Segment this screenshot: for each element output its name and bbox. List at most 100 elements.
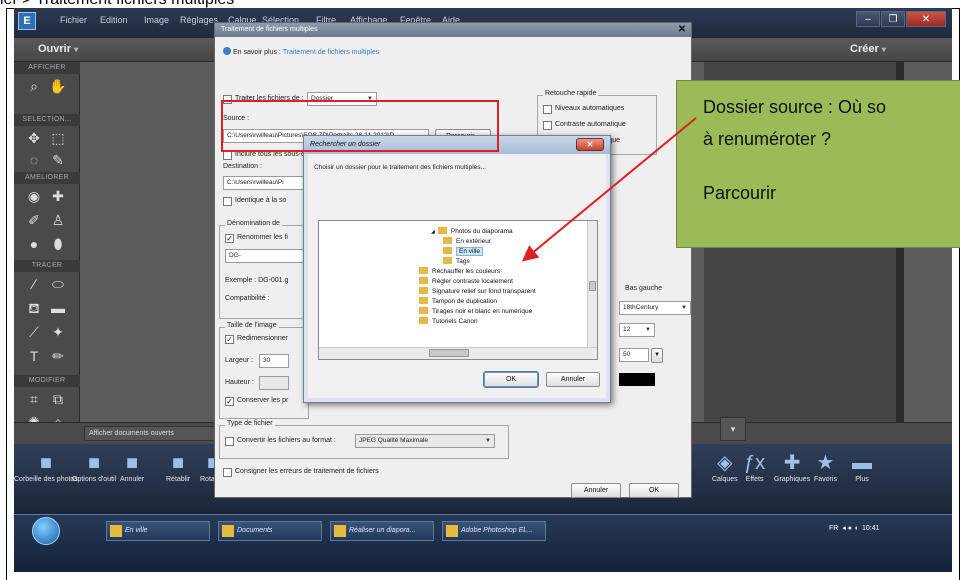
font-select[interactable]: 18thCentury ▼ bbox=[619, 301, 691, 315]
tree-node[interactable]: Tirages noir et blanc en numérique bbox=[319, 307, 587, 317]
pencil-tool-icon[interactable]: ✏ bbox=[48, 346, 68, 366]
sponge-tool-icon[interactable]: ⬮ bbox=[48, 234, 68, 254]
folder-icon bbox=[419, 317, 428, 324]
help-link[interactable]: Traitement de fichiers multiples bbox=[283, 49, 380, 56]
menu-item-1[interactable]: Edition bbox=[100, 15, 128, 25]
rename-prefix-input[interactable]: DG- bbox=[225, 249, 309, 263]
dialog-close-button[interactable]: ✕ bbox=[675, 24, 689, 36]
hand-tool-icon[interactable]: ✋ bbox=[48, 76, 68, 96]
tool-section-4: MODIFIER bbox=[14, 375, 80, 387]
panel-button-2[interactable]: ✚ Graphiques bbox=[774, 450, 810, 483]
folder-cancel-button[interactable]: Annuler bbox=[546, 372, 600, 387]
marquee-tool-icon[interactable]: ⬚ bbox=[48, 128, 68, 148]
dialog-cancel-button[interactable]: Annuler bbox=[571, 483, 621, 498]
bin-button-1[interactable]: ■ Options d'outil bbox=[72, 450, 116, 483]
close-window-button[interactable]: ✕ bbox=[906, 11, 946, 27]
resize-checkbox[interactable]: ✓ bbox=[225, 335, 234, 344]
bin-button-2[interactable]: ■ Annuler bbox=[120, 450, 144, 483]
tree-node[interactable]: Tags bbox=[319, 257, 587, 267]
callout-box: Dossier source : Où so à renuméroter ? P… bbox=[676, 80, 960, 248]
menu-item-0[interactable]: Fichier bbox=[60, 15, 87, 25]
expand-arrow-icon[interactable]: ◢ bbox=[431, 229, 435, 235]
brush-tool-icon[interactable]: ∕ bbox=[24, 274, 44, 294]
rename-files-checkbox[interactable]: ✓ bbox=[225, 234, 234, 243]
panel-button-3[interactable]: ★ Favoris bbox=[814, 450, 837, 483]
taskbar-item-2[interactable]: Réaliser un diapora... bbox=[330, 521, 434, 541]
menu-item-3[interactable]: Réglages bbox=[180, 15, 218, 25]
eraser-tool-icon[interactable]: ⬭ bbox=[48, 274, 68, 294]
red-eye-tool-icon[interactable]: ◉ bbox=[24, 186, 44, 206]
smudge-tool-icon[interactable]: ✐ bbox=[24, 210, 44, 230]
width-input[interactable]: 30 bbox=[259, 354, 289, 368]
tree-vertical-scrollbar[interactable] bbox=[587, 221, 597, 347]
type-tool-icon[interactable]: T bbox=[24, 346, 44, 366]
tree-node[interactable]: Régler contraste localement bbox=[319, 277, 587, 287]
auto-contrast-checkbox[interactable] bbox=[543, 121, 552, 130]
move-tool-icon[interactable]: ✥ bbox=[24, 128, 44, 148]
convert-files-checkbox[interactable] bbox=[225, 437, 234, 446]
tree-node[interactable]: Tutoriels Canon bbox=[319, 317, 587, 327]
same-as-source-checkbox[interactable] bbox=[223, 197, 232, 206]
opacity-dropdown-button[interactable]: ▼ bbox=[651, 348, 663, 363]
folder-ok-button[interactable]: OK bbox=[484, 372, 538, 387]
height-input[interactable] bbox=[259, 376, 289, 390]
format-select[interactable]: JPEG Qualité Maximale ▼ bbox=[355, 434, 495, 448]
tree-node[interactable]: Réchauffer les couleurs bbox=[319, 267, 587, 277]
folder-dialog-close-button[interactable]: ✕ bbox=[576, 138, 604, 151]
create-button[interactable]: Créer ▾ bbox=[850, 43, 886, 55]
panel-collapse-button[interactable]: ▾ bbox=[720, 417, 746, 441]
custom-shape-icon[interactable]: ✦ bbox=[48, 322, 68, 342]
font-size-select[interactable]: 12 ▼ bbox=[619, 323, 655, 337]
tool-section-1: SELECTION... bbox=[14, 114, 80, 126]
auto-levels-checkbox[interactable] bbox=[543, 105, 552, 114]
log-errors-checkbox[interactable] bbox=[223, 468, 232, 477]
quick-selection-icon[interactable]: ✎ bbox=[48, 150, 68, 170]
gradient-tool-icon[interactable]: ▬ bbox=[48, 298, 68, 318]
crop-tool-icon[interactable]: ⌗ bbox=[24, 389, 44, 409]
panel-button-0[interactable]: ◈ Calques bbox=[712, 450, 738, 483]
include-subfolders-checkbox[interactable] bbox=[223, 151, 232, 160]
bin-button-3[interactable]: ■ Rétablir bbox=[166, 450, 190, 483]
text-color-swatch[interactable] bbox=[619, 373, 655, 386]
help-icon bbox=[223, 47, 231, 55]
spot-heal-tool-icon[interactable]: ✚ bbox=[48, 186, 68, 206]
sharpen-tool-icon[interactable]: ● bbox=[24, 234, 44, 254]
open-button[interactable]: Ouvrir ▾ bbox=[38, 43, 78, 55]
eyedropper-icon[interactable]: ⟋ bbox=[24, 322, 44, 342]
menu-item-2[interactable]: Image bbox=[144, 15, 169, 25]
panel-button-1[interactable]: ƒx Effets bbox=[744, 450, 765, 483]
panel-button-4[interactable]: ▬ Plus bbox=[852, 450, 872, 483]
lasso-tool-icon[interactable]: ◌ bbox=[24, 150, 44, 170]
taskbar-item-3[interactable]: Adobe Photoshop EL... bbox=[442, 521, 546, 541]
opacity-input[interactable]: 50 bbox=[619, 348, 649, 362]
paint-bucket-icon[interactable]: ⛾ bbox=[24, 298, 44, 318]
zoom-tool-icon[interactable]: ⌕ bbox=[24, 76, 44, 96]
show-open-documents-select[interactable]: Afficher documents ouverts▼ bbox=[84, 426, 224, 441]
dialog-ok-button[interactable]: OK bbox=[629, 483, 679, 498]
folder-icon bbox=[419, 287, 428, 294]
taskbar-item-0[interactable]: En ville bbox=[106, 521, 210, 541]
windows-taskbar: FR ◂ ● ◖ 10:41 En ville Documents Réaliser… bbox=[14, 514, 952, 572]
recompose-tool-icon[interactable]: ⧉ bbox=[48, 389, 68, 409]
folder-icon bbox=[443, 257, 452, 264]
keep-ratio-label: Conserver les pr bbox=[237, 397, 289, 404]
help-line: En savoir plus : Traitement de fichiers … bbox=[223, 47, 379, 56]
taskbar-item-1[interactable]: Documents bbox=[218, 521, 322, 541]
tree-node[interactable]: ◢ Photos du diaporama bbox=[319, 227, 587, 237]
tree-node[interactable]: En extérieur bbox=[319, 237, 587, 247]
stamp-tool-icon[interactable]: ♙ bbox=[48, 210, 68, 230]
rename-files-label: Renommer les fi bbox=[237, 234, 288, 241]
maximize-button[interactable]: ❐ bbox=[881, 11, 905, 27]
minimize-button[interactable]: – bbox=[856, 11, 880, 27]
tree-node[interactable]: Tampon de duplication bbox=[319, 297, 587, 307]
tree-node[interactable]: En ville bbox=[319, 247, 587, 257]
keep-ratio-checkbox[interactable]: ✓ bbox=[225, 397, 234, 406]
folder-icon bbox=[419, 297, 428, 304]
start-button[interactable] bbox=[32, 517, 60, 545]
tree-horizontal-scrollbar[interactable] bbox=[319, 347, 597, 359]
tree-node[interactable]: Signature relief sur fond transparent bbox=[319, 287, 587, 297]
folder-icon bbox=[419, 277, 428, 284]
bin-button-0[interactable]: ■ Corbeille des photos bbox=[14, 450, 78, 483]
language-indicator[interactable]: FR bbox=[829, 525, 838, 532]
destination-path-input[interactable]: C:\Users\rwilleau\Pi bbox=[223, 176, 309, 190]
